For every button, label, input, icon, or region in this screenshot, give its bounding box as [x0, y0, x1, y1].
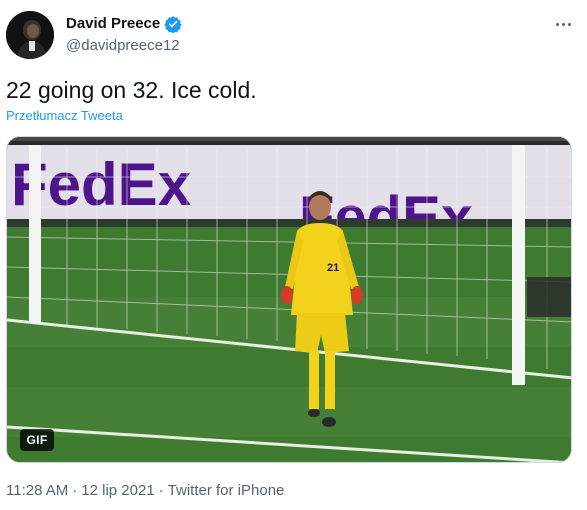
gif-badge: GIF — [20, 429, 54, 451]
more-options-icon[interactable] — [548, 14, 578, 34]
tweet-text: 22 going on 32. Ice cold. — [6, 77, 257, 103]
tweet-source[interactable]: Twitter for iPhone — [168, 481, 285, 501]
verified-badge-icon — [164, 15, 182, 34]
tweet-meta: 11:28 AM · 12 lip 2021 · Twitter for iPh… — [6, 481, 284, 501]
author-block: David Preece @davidpreece12 — [66, 14, 182, 56]
jersey-number: 21 — [327, 262, 339, 274]
tweet-card: David Preece @davidpreece12 22 going on … — [0, 0, 587, 510]
user-handle[interactable]: @davidpreece12 — [66, 36, 182, 56]
tweet-media-gif[interactable]: FedEx FedEx 21 GIF — [6, 136, 572, 463]
tweet-time[interactable]: 11:28 AM — [6, 481, 68, 501]
author-name-row: David Preece — [66, 14, 182, 34]
display-name[interactable]: David Preece — [66, 14, 160, 34]
gif-frame: FedEx FedEx 21 — [7, 137, 571, 462]
more-dot — [561, 22, 565, 26]
translate-link[interactable]: Przetłumacz Tweeta — [6, 108, 123, 124]
meta-separator: · — [158, 482, 164, 499]
more-dot — [555, 22, 559, 26]
avatar[interactable] — [6, 11, 54, 59]
more-dot — [567, 22, 571, 26]
tweet-date[interactable]: 12 lip 2021 — [81, 481, 154, 501]
meta-separator: · — [72, 482, 78, 499]
